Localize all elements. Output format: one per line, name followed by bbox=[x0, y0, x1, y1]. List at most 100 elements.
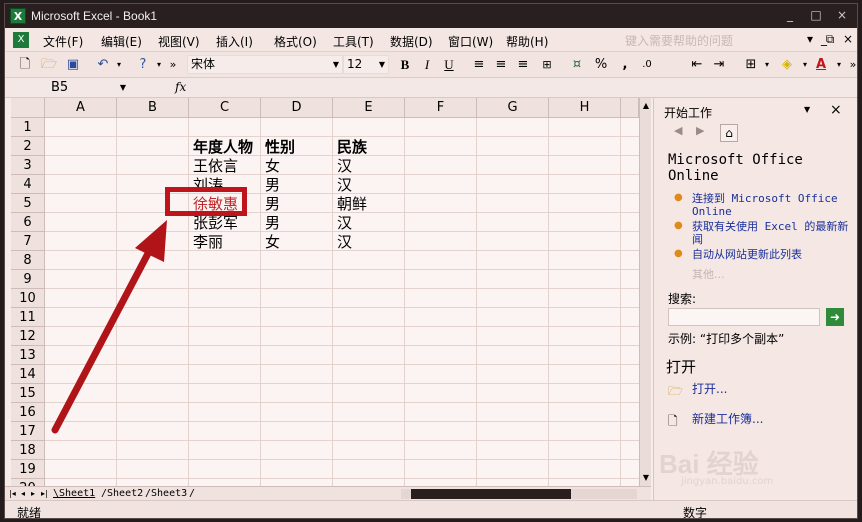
menu-view[interactable]: 视图(V) bbox=[158, 33, 200, 50]
status-mode: 数字 bbox=[683, 506, 708, 519]
increase-indent-icon[interactable]: ⇥ bbox=[709, 56, 729, 74]
insert-function-button[interactable]: fx bbox=[175, 80, 186, 94]
underline-button[interactable]: U bbox=[439, 56, 459, 74]
comma-button[interactable]: , bbox=[615, 56, 635, 74]
borders-dropdown-icon[interactable]: ▾ bbox=[757, 56, 777, 74]
save-icon[interactable]: ▣ bbox=[63, 56, 83, 74]
tab-sheet1[interactable]: \Sheet1 bbox=[53, 487, 95, 501]
link-more[interactable]: 其他... bbox=[692, 266, 725, 282]
prev-sheet-icon[interactable]: ◂ bbox=[21, 487, 25, 501]
pane-close-button[interactable]: × bbox=[830, 102, 842, 118]
name-box-value: B5 bbox=[51, 80, 69, 95]
increase-decimal-icon[interactable]: .0 bbox=[637, 56, 657, 74]
font-name-value: 宋体 bbox=[191, 57, 216, 71]
excel-window: X Microsoft Excel - Book1 _ □ × X 文件(F) … bbox=[4, 3, 858, 519]
bold-button[interactable]: B bbox=[395, 56, 415, 74]
excel-app-icon[interactable]: X bbox=[10, 8, 26, 24]
pane-home-icon[interactable]: ⌂ bbox=[720, 124, 738, 142]
merge-center-icon[interactable]: ⊞ bbox=[537, 56, 557, 74]
menu-edit[interactable]: 编辑(E) bbox=[101, 33, 142, 50]
chevron-down-icon: ▼ bbox=[332, 60, 339, 69]
doc-icon[interactable]: X bbox=[13, 32, 29, 48]
open-file-link[interactable]: 打开... bbox=[692, 383, 812, 396]
bullet-icon: ● bbox=[674, 220, 683, 231]
pane-forward-icon[interactable]: ▶ bbox=[696, 124, 704, 142]
office-online-heading: Microsoft Office Online bbox=[668, 152, 803, 184]
open-folder-icon: 🗁 bbox=[668, 384, 683, 398]
chevron-down-icon: ▼ bbox=[119, 83, 126, 92]
menu-insert[interactable]: 插入(I) bbox=[216, 33, 253, 50]
decrease-indent-icon[interactable]: ⇤ bbox=[687, 56, 707, 74]
font-name-combo[interactable]: 宋体 ▼ bbox=[187, 55, 343, 74]
help-question-box[interactable]: 键入需要帮助的问题 bbox=[625, 32, 795, 49]
new-file-icon[interactable]: 🗋 bbox=[15, 56, 35, 74]
search-example: 示例: “打印多个副本” bbox=[668, 332, 785, 346]
percent-button[interactable]: % bbox=[591, 56, 611, 74]
bullet-icon: ● bbox=[674, 248, 683, 259]
status-ready: 就绪 bbox=[17, 506, 42, 519]
doc-close-button[interactable]: × bbox=[841, 32, 855, 46]
align-center-icon[interactable]: ≡ bbox=[491, 56, 511, 74]
menu-window[interactable]: 窗口(W) bbox=[448, 33, 493, 50]
tab-sheet2[interactable]: /Sheet2 bbox=[101, 487, 143, 501]
align-right-icon[interactable]: ≡ bbox=[513, 56, 533, 74]
bullet-icon: ● bbox=[674, 192, 683, 203]
currency-icon[interactable]: ¤ bbox=[567, 56, 587, 74]
toolbar-overflow-icon[interactable]: » bbox=[843, 56, 857, 74]
last-sheet-icon[interactable]: ▸| bbox=[41, 487, 48, 501]
menu-tools[interactable]: 工具(T) bbox=[333, 33, 374, 50]
font-size-combo[interactable]: 12 ▼ bbox=[343, 55, 389, 74]
arrow-shaft bbox=[51, 240, 157, 434]
new-workbook-link[interactable]: 新建工作簿... bbox=[692, 413, 832, 426]
toolbar-options-icon[interactable]: » bbox=[163, 56, 183, 74]
menu-file[interactable]: 文件(F) bbox=[43, 33, 83, 50]
tab-sheet3[interactable]: /Sheet3 bbox=[145, 487, 187, 501]
doc-menu-chevron-icon[interactable]: ▾ bbox=[803, 32, 817, 46]
menu-data[interactable]: 数据(D) bbox=[390, 33, 433, 50]
pane-menu-chevron-icon[interactable]: ▼ bbox=[804, 105, 810, 114]
scroll-thumb[interactable] bbox=[411, 489, 571, 499]
scroll-up-icon[interactable]: ▲ bbox=[640, 100, 652, 112]
minimize-button[interactable]: _ bbox=[781, 7, 799, 24]
window-title: Microsoft Excel - Book1 bbox=[31, 9, 158, 23]
scroll-down-icon[interactable]: ▼ bbox=[640, 472, 652, 484]
sheet-tab-bar: |◂ ◂ ▸ ▸| \Sheet1 /Sheet2 /Sheet3 / bbox=[5, 486, 651, 500]
doc-restore-button[interactable]: ⧉ bbox=[823, 32, 837, 47]
maximize-button[interactable]: □ bbox=[807, 7, 825, 24]
first-sheet-icon[interactable]: |◂ bbox=[9, 487, 16, 501]
menu-format[interactable]: 格式(O) bbox=[274, 33, 317, 50]
toolbar: 🗋 🗁 ▣ ↶ ▾ ? ▾ » 宋体 ▼ 12 ▼ B I U ≡ ≡ ≡ ⊞ … bbox=[5, 52, 857, 78]
font-size-value: 12 bbox=[347, 57, 363, 71]
name-box[interactable]: B5 ▼ bbox=[51, 80, 126, 96]
new-workbook-icon: 🗋 bbox=[668, 414, 678, 428]
fill-color-icon[interactable]: ◈ bbox=[777, 56, 797, 74]
open-heading: 打开 bbox=[666, 358, 697, 376]
task-pane: 开始工作 ▼ × ◀ ▶ ⌂ Microsoft Office Online ●… bbox=[653, 98, 857, 500]
undo-dropdown-icon[interactable]: ▾ bbox=[109, 56, 129, 74]
pane-back-icon[interactable]: ◀ bbox=[674, 124, 682, 142]
close-button[interactable]: × bbox=[833, 7, 851, 24]
search-go-icon[interactable]: ➜ bbox=[826, 308, 844, 326]
open-folder-icon[interactable]: 🗁 bbox=[39, 56, 59, 74]
status-bar: 就绪 数字 bbox=[5, 500, 857, 519]
tab-end: / bbox=[189, 488, 196, 499]
align-left-icon[interactable]: ≡ bbox=[469, 56, 489, 74]
link-connect-online[interactable]: 连接到 Microsoft Office Online bbox=[692, 192, 852, 218]
worksheet-grid[interactable]: A B C D E F G H 1 2 3 4 5 6 7 8 9 10 11 12 13 14 15 16 1… bbox=[11, 98, 639, 486]
italic-button[interactable]: I bbox=[417, 56, 437, 74]
menu-help[interactable]: 帮助(H) bbox=[506, 33, 548, 50]
vertical-scrollbar[interactable]: ▲ ▼ bbox=[639, 98, 651, 486]
annotation-arrow bbox=[51, 220, 167, 434]
baidu-watermark-url: jingyan.baidu.com bbox=[681, 476, 774, 487]
link-auto-update[interactable]: 自动从网站更新此列表 bbox=[692, 248, 852, 261]
font-color-icon[interactable]: A bbox=[811, 56, 831, 74]
menu-bar: X 文件(F) 编辑(E) 视图(V) 插入(I) 格式(O) 工具(T) 数据… bbox=[5, 28, 857, 52]
formula-input[interactable] bbox=[201, 80, 851, 96]
title-bar: X Microsoft Excel - Book1 _ □ × bbox=[5, 4, 857, 28]
horizontal-scrollbar[interactable] bbox=[401, 489, 637, 499]
next-sheet-icon[interactable]: ▸ bbox=[31, 487, 35, 501]
link-excel-news[interactable]: 获取有关使用 Excel 的最新新闻 bbox=[692, 220, 852, 246]
search-input[interactable] bbox=[668, 308, 820, 326]
arrow-head bbox=[135, 220, 167, 262]
task-pane-title: 开始工作 bbox=[664, 106, 713, 120]
